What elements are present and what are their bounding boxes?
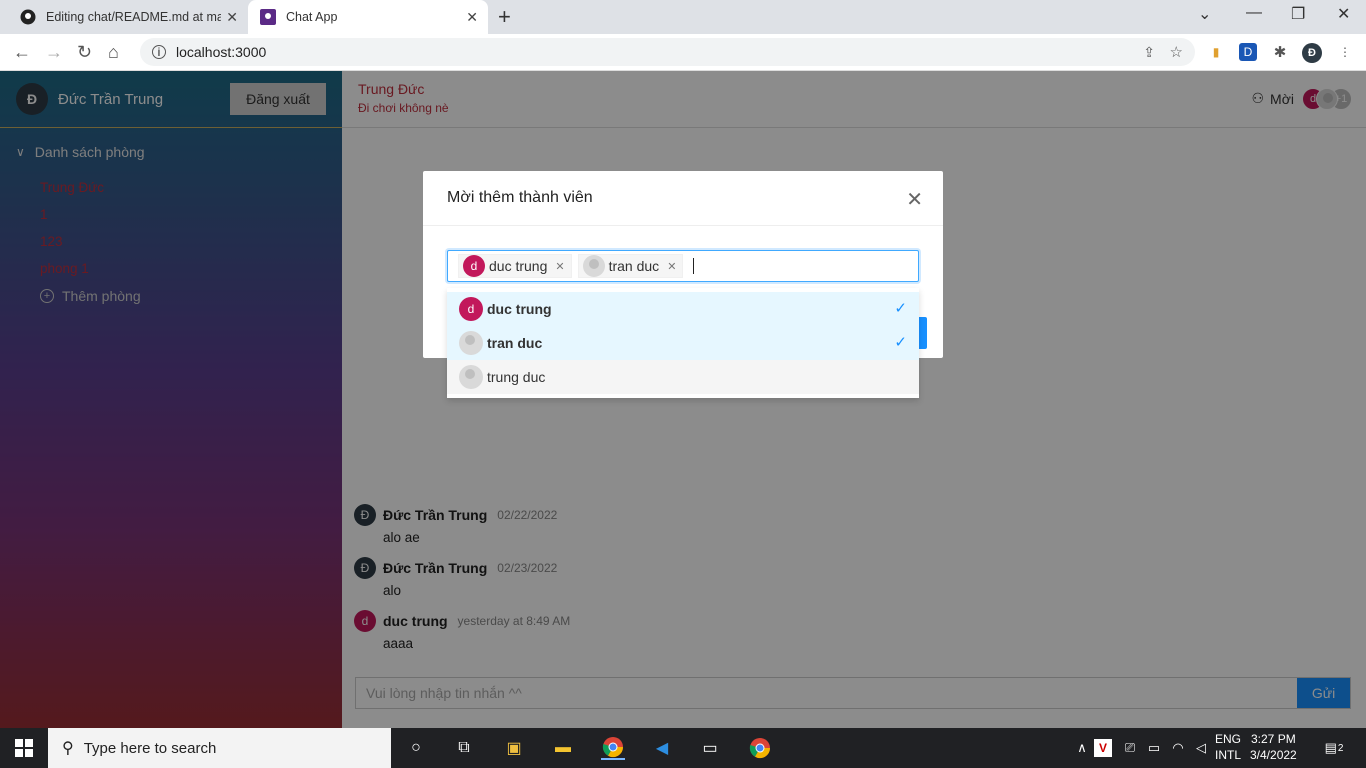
browser-toolbar: ← → ↻ ⌂ i localhost:3000 ⇪ ☆ ▮ D ✱ Đ ⋮ <box>0 34 1366 71</box>
windows-icon <box>15 739 33 757</box>
chrome-profile-icon[interactable] <box>748 736 772 760</box>
github-icon <box>20 9 36 25</box>
close-tab-icon[interactable]: ✕ <box>466 9 478 26</box>
dropdown-option[interactable]: tran duc ✓ <box>447 326 919 360</box>
avatar <box>459 331 483 355</box>
file-explorer-icon[interactable]: ▬ <box>551 736 575 760</box>
clock[interactable]: 3:27 PM 3/4/2022 <box>1250 731 1297 763</box>
share-icon[interactable]: ⇪ <box>1143 44 1155 61</box>
avatar: d <box>459 297 483 321</box>
app-icon[interactable]: ▣ <box>502 736 526 760</box>
search-placeholder: Type here to search <box>83 739 217 757</box>
chevron-up-icon[interactable]: ∧ <box>1070 736 1094 760</box>
option-label: tran duc <box>487 335 543 351</box>
minimize-icon[interactable]: — <box>1246 4 1262 22</box>
search-icon: ⚲ <box>62 740 74 757</box>
tab-github[interactable]: Editing chat/README.md at main ✕ <box>8 0 248 34</box>
option-label: trung duc <box>487 369 546 385</box>
back-icon[interactable]: ← <box>13 42 31 63</box>
clock-date: 3/4/2022 <box>1250 748 1297 762</box>
chrome-icon[interactable] <box>601 736 625 760</box>
selected-tag: tran duc ✕ <box>577 254 684 278</box>
close-tab-icon[interactable]: ✕ <box>226 9 238 26</box>
profile-avatar[interactable]: Đ <box>1302 43 1322 63</box>
remove-tag-icon[interactable]: ✕ <box>555 260 564 273</box>
clock-time: 3:27 PM <box>1251 732 1296 746</box>
browser-tab-bar: Editing chat/README.md at main ✕ Chat Ap… <box>0 0 1366 34</box>
menu-icon[interactable]: ⋮ <box>1336 43 1354 61</box>
remove-tag-icon[interactable]: ✕ <box>667 260 676 273</box>
new-tab-icon[interactable]: + <box>498 4 511 30</box>
member-dropdown: d duc trung ✓ tran duc ✓ trung duc <box>447 288 919 398</box>
app-icon <box>260 9 276 25</box>
modal-title: Mời thêm thành viên <box>447 189 593 206</box>
avatar <box>582 255 605 277</box>
battery-icon[interactable]: ▭ <box>1142 736 1166 760</box>
volume-icon[interactable]: ◁ <box>1189 736 1213 760</box>
camera-icon[interactable]: ⎚ <box>1118 736 1142 760</box>
wifi-icon[interactable]: ◠ <box>1166 736 1190 760</box>
modal-header: Mời thêm thành viên ✕ <box>423 171 943 226</box>
info-icon[interactable]: i <box>152 45 166 59</box>
selected-tag: d duc trung ✕ <box>458 254 572 278</box>
extension-d-icon[interactable]: D <box>1239 43 1257 61</box>
close-icon[interactable]: ✕ <box>906 187 923 212</box>
dropdown-option[interactable]: d duc trung ✓ <box>447 292 919 326</box>
notification-icon[interactable]: ▤ 2 <box>1322 736 1346 760</box>
notification-count: 2 <box>1337 742 1344 754</box>
tab-search-icon[interactable]: ⌄ <box>1198 4 1211 24</box>
tab-chat-app[interactable]: Chat App ✕ <box>248 0 488 34</box>
home-icon[interactable]: ⌂ <box>108 42 119 63</box>
restore-icon[interactable]: ❐ <box>1291 4 1305 24</box>
taskbar-search[interactable]: ⚲ Type here to search <box>48 728 391 768</box>
avatar: d <box>463 255 485 277</box>
taskbar: ⚲ Type here to search ○ ⧉ ▣ ▬ ◀ ▭ ∧ V ⎚ … <box>0 728 1366 768</box>
address-bar[interactable]: i localhost:3000 ⇪ ☆ <box>140 38 1195 66</box>
text-cursor <box>693 258 695 274</box>
puzzle-icon[interactable]: ✱ <box>1271 43 1289 61</box>
tab-title: Editing chat/README.md at main <box>46 10 221 24</box>
avatar <box>459 365 483 389</box>
lang-top: ENG <box>1215 732 1242 746</box>
cortana-icon[interactable]: ○ <box>404 736 428 760</box>
bookmark-star-icon[interactable]: ☆ <box>1170 43 1183 61</box>
dropdown-option[interactable]: trung duc <box>447 360 919 394</box>
terminal-icon[interactable]: ▭ <box>698 736 722 760</box>
forward-icon[interactable]: → <box>45 42 63 63</box>
reload-icon[interactable]: ↻ <box>77 42 92 63</box>
tag-label: duc trung <box>489 258 548 274</box>
check-icon: ✓ <box>894 300 907 317</box>
check-icon: ✓ <box>894 334 907 351</box>
vscode-icon[interactable]: ◀ <box>650 736 674 760</box>
tag-label: tran duc <box>608 258 660 274</box>
member-select[interactable]: d duc trung ✕ tran duc ✕ <box>447 250 919 282</box>
tab-title: Chat App <box>286 10 338 24</box>
app-tray-icon[interactable]: V <box>1094 739 1112 757</box>
task-view-icon[interactable]: ⧉ <box>452 736 476 760</box>
start-button[interactable] <box>0 728 48 768</box>
extension-icon[interactable]: ▮ <box>1207 43 1225 61</box>
lang-bottom: INTL <box>1215 748 1242 762</box>
url-text: localhost:3000 <box>176 44 267 60</box>
language-indicator[interactable]: ENG INTL <box>1215 731 1241 763</box>
close-window-icon[interactable]: ✕ <box>1337 4 1350 24</box>
option-label: duc trung <box>487 301 552 317</box>
modal-backdrop[interactable] <box>0 71 1366 728</box>
